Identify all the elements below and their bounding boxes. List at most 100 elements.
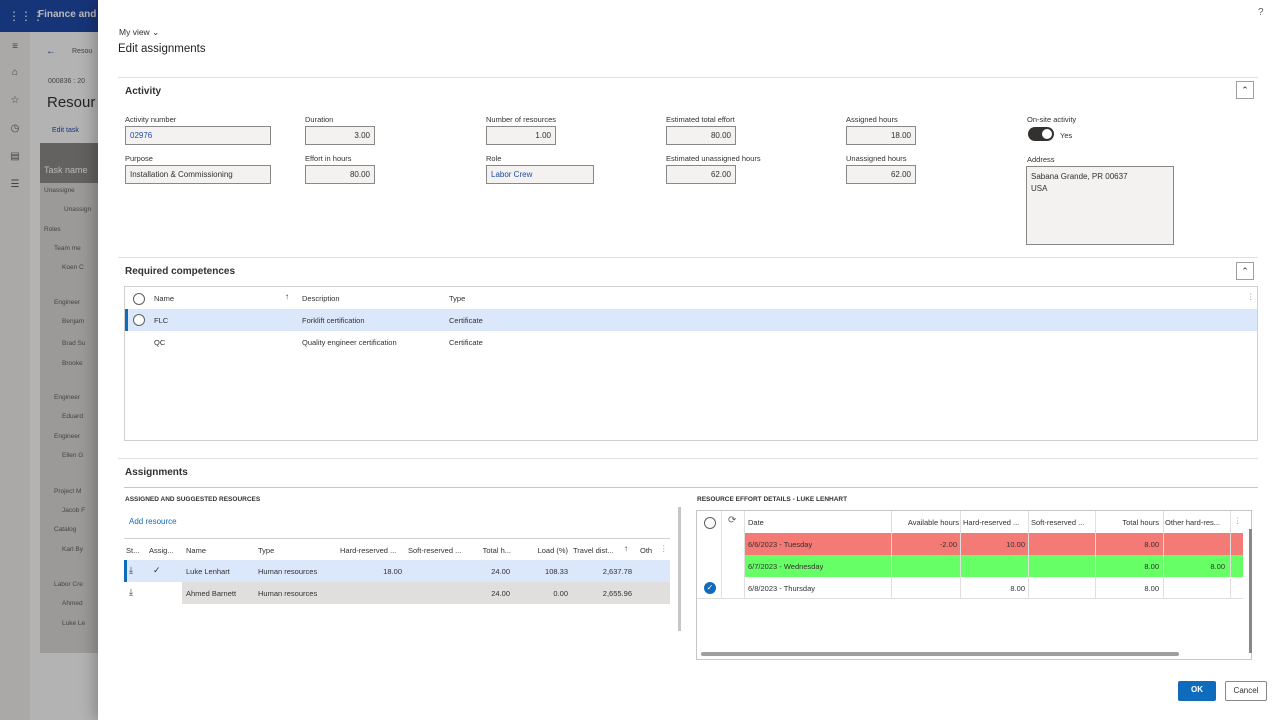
competences-section-title[interactable]: Required competences	[125, 266, 235, 277]
checked-radio-icon[interactable]: ✓	[704, 582, 716, 594]
activity-section-title[interactable]: Activity	[125, 86, 161, 97]
col-load[interactable]: Load (%)	[534, 546, 568, 555]
more-options-icon[interactable]: ⋮	[660, 544, 668, 553]
unassigned-label: Unassigned hours	[846, 154, 907, 163]
table-row[interactable]: QC Quality engineer certification Certif…	[125, 331, 1257, 353]
assigned-hours-label: Assigned hours	[846, 115, 898, 124]
est-total-effort-label: Estimated total effort	[666, 115, 735, 124]
col-type[interactable]: Type	[449, 294, 465, 303]
refresh-icon[interactable]: ⟳	[728, 515, 736, 526]
dialog-title: Edit assignments	[118, 43, 206, 55]
divider	[118, 77, 1258, 78]
checkmark-icon: ✓	[153, 565, 161, 575]
est-total-effort-field[interactable]: 80.00	[666, 126, 736, 145]
col-assigned[interactable]: Assig...	[149, 546, 181, 555]
assignments-section-title[interactable]: Assignments	[125, 467, 188, 478]
load-value: 108.33	[545, 567, 568, 576]
download-icon: ⤓	[129, 587, 133, 597]
est-unassigned-field[interactable]: 62.00	[666, 165, 736, 184]
table-row[interactable]: ✓ 6/8/2023 - Thursday 8.00 8.00	[697, 577, 1243, 599]
col-soft-reserved[interactable]: Soft-reserved ...	[1031, 518, 1095, 527]
duration-field[interactable]: 3.00	[305, 126, 375, 145]
help-icon[interactable]: ?	[1258, 7, 1264, 18]
select-all-radio[interactable]	[704, 517, 716, 529]
address-field[interactable]: Sabana Grande, PR 00637 USA	[1026, 166, 1174, 245]
ok-button[interactable]: OK	[1178, 681, 1216, 701]
col-date[interactable]: Date	[748, 518, 764, 527]
divider	[124, 487, 1258, 488]
collapse-activity-button[interactable]: ⌃	[1236, 81, 1254, 99]
divider	[118, 257, 1258, 258]
col-description[interactable]: Description	[302, 294, 340, 303]
chevron-up-icon: ⌃	[1241, 85, 1249, 95]
address-line-2: USA	[1031, 184, 1048, 193]
effort-date: 6/6/2023 - Tuesday	[748, 540, 813, 549]
other-hard-reserved-value: 8.00	[1210, 562, 1225, 571]
onsite-toggle[interactable]	[1028, 127, 1054, 141]
vertical-scrollbar[interactable]	[1249, 529, 1252, 653]
col-available-hours[interactable]: Available hours	[893, 518, 959, 527]
table-row[interactable]: 6/7/2023 - Wednesday 8.00 8.00	[697, 555, 1243, 577]
role-field[interactable]: Labor Crew	[486, 165, 594, 184]
col-hard-reserved[interactable]: Hard-reserved ...	[963, 518, 1027, 527]
travel-value: 2,655.96	[602, 589, 632, 598]
divider	[118, 458, 1258, 459]
resource-name: Luke Lenhart	[186, 567, 230, 576]
col-total-hours[interactable]: Total h...	[475, 546, 511, 555]
assigned-resources-title: ASSIGNED AND SUGGESTED RESOURCES	[125, 496, 261, 503]
column-divider	[721, 511, 722, 599]
chevron-down-icon: ⌄	[152, 27, 160, 37]
purpose-field[interactable]: Installation & Commissioning	[125, 165, 271, 184]
resource-type: Human resources	[258, 589, 318, 598]
select-all-radio[interactable]	[133, 293, 145, 305]
address-label: Address	[1027, 155, 1055, 164]
hard-reserved-value: 10.00	[1006, 540, 1025, 549]
col-travel[interactable]: Travel dist...	[573, 546, 615, 555]
onsite-label: On-site activity	[1027, 115, 1077, 124]
num-resources-field[interactable]: 1.00	[486, 126, 556, 145]
row-selected-indicator	[125, 309, 128, 331]
duration-label: Duration	[305, 115, 334, 124]
role-label: Role	[486, 154, 502, 163]
col-other-hard-reserved[interactable]: Other hard-res...	[1165, 518, 1229, 527]
row-select-radio[interactable]	[133, 314, 145, 326]
sort-ascending-icon[interactable]: ↑	[624, 544, 628, 553]
total-hours-value: 24.00	[491, 589, 510, 598]
address-line-1: Sabana Grande, PR 00637	[1031, 172, 1128, 181]
table-row[interactable]: FLC Forklift certification Certificate	[125, 309, 1257, 331]
col-other[interactable]: Oth	[640, 546, 658, 555]
column-divider	[960, 511, 961, 599]
col-name[interactable]: Name	[154, 294, 174, 303]
resource-name: Ahmed Barnett	[186, 589, 237, 598]
unassigned-field[interactable]: 62.00	[846, 165, 916, 184]
add-resource-button[interactable]: Add resource	[129, 517, 177, 526]
total-hours-value: 8.00	[1144, 562, 1159, 571]
col-total-hours[interactable]: Total hours	[1097, 518, 1159, 527]
collapse-competences-button[interactable]: ⌃	[1236, 262, 1254, 280]
edit-assignments-dialog: My view ⌄ Edit assignments ? Activity ⌃ …	[98, 0, 1280, 720]
column-divider	[1230, 511, 1231, 599]
view-selector[interactable]: My view ⌄	[119, 27, 159, 38]
activity-number-field[interactable]: 02976	[125, 126, 271, 145]
table-row[interactable]: ⤓ Ahmed Barnett Human resources 24.00 0.…	[124, 582, 670, 604]
col-type[interactable]: Type	[258, 546, 274, 555]
column-divider	[891, 511, 892, 599]
col-status[interactable]: St...	[126, 546, 146, 555]
col-name[interactable]: Name	[186, 546, 206, 555]
more-options-icon[interactable]: ⋮	[1247, 292, 1255, 301]
effort-hours-field[interactable]: 80.00	[305, 165, 375, 184]
splitter-handle[interactable]	[678, 507, 681, 631]
horizontal-scrollbar[interactable]	[701, 652, 1179, 656]
column-divider	[744, 511, 745, 599]
total-hours-value: 24.00	[491, 567, 510, 576]
table-row[interactable]: ⤓ ✓ Luke Lenhart Human resources 18.00 2…	[124, 560, 670, 582]
col-hard-reserved[interactable]: Hard-reserved ...	[340, 546, 404, 555]
cancel-button[interactable]: Cancel	[1225, 681, 1267, 701]
more-options-icon[interactable]: ⋮	[1234, 516, 1242, 525]
chevron-up-icon: ⌃	[1241, 266, 1249, 276]
table-row[interactable]: 6/6/2023 - Tuesday -2.00 10.00 8.00	[697, 533, 1243, 555]
assigned-hours-field[interactable]: 18.00	[846, 126, 916, 145]
sort-ascending-icon[interactable]: ↑	[285, 292, 289, 301]
purpose-label: Purpose	[125, 154, 153, 163]
col-soft-reserved[interactable]: Soft-reserved ...	[408, 546, 472, 555]
